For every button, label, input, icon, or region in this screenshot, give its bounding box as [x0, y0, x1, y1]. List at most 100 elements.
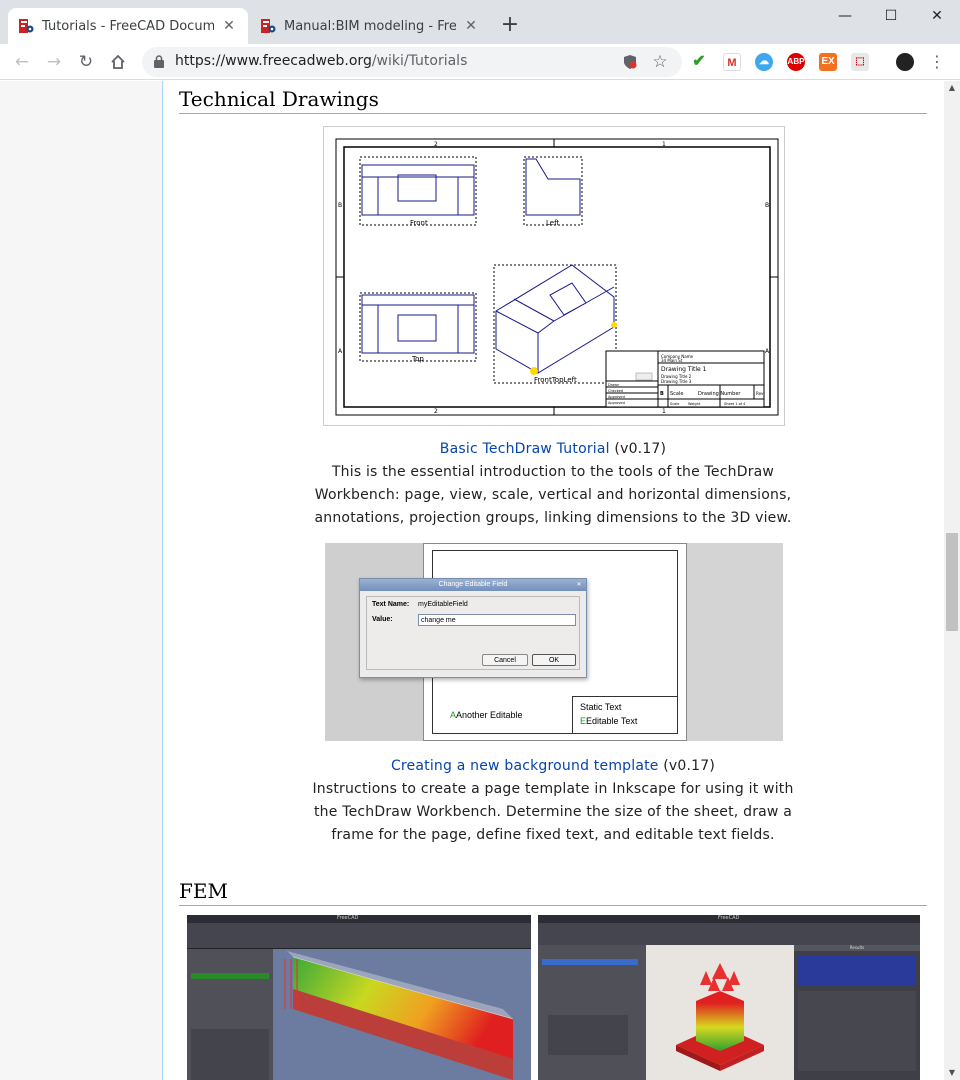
page-background: Technical Drawings 2 1 2 1 B A B A Front…	[0, 81, 944, 1080]
cloud-extension-icon[interactable]: ☁	[755, 53, 773, 71]
adblock-extension-icon[interactable]: ABP	[787, 53, 805, 71]
ex-extension-icon[interactable]: EX	[819, 53, 837, 71]
zone-label: B	[338, 202, 342, 209]
tab-title: Tutorials - FreeCAD Documentation	[42, 18, 214, 34]
ok-button[interactable]: OK	[532, 654, 576, 666]
svg-text:Approved: Approved	[608, 401, 625, 405]
dialog-title: Change Editable Field	[360, 579, 586, 591]
zone-label: A	[338, 348, 343, 355]
star-icon[interactable]: ☆	[652, 54, 668, 71]
view-label: Top	[411, 355, 424, 363]
browser-toolbar: ← → ↻ https://www.freecadweb.org/wiki/Tu…	[0, 44, 960, 80]
freecad-icon	[19, 19, 34, 33]
techdraw-sheet: 2 1 2 1 B A B A Front Left Top FrontTopL…	[335, 138, 779, 416]
text-name-label: Text Name:	[372, 601, 410, 608]
forward-arrow-icon[interactable]: →	[41, 49, 67, 75]
scroll-up-icon[interactable]: ▲	[944, 81, 960, 95]
fem-beam-3d-view	[273, 949, 531, 1080]
tab-title: Manual:BIM modeling - FreeCAD Documentat…	[284, 18, 456, 34]
wiki-content: Technical Drawings 2 1 2 1 B A B A Front…	[162, 81, 944, 1080]
tab-bim-modeling[interactable]: Manual:BIM modeling - FreeCAD Documentat…	[250, 8, 490, 44]
reload-icon[interactable]: ↻	[73, 49, 99, 75]
svg-text:Rev: Rev	[756, 391, 764, 396]
svg-text:Scale: Scale	[670, 402, 679, 406]
zone-label: 2	[434, 408, 438, 415]
change-field-dialog: Change Editable Field ✕ Text Name: myEdi…	[359, 578, 587, 678]
top-view: Top	[359, 292, 477, 363]
home-icon[interactable]	[105, 49, 131, 75]
version-label: (v0.17)	[658, 758, 716, 774]
section-heading-fem: FEM	[179, 879, 927, 906]
dialog-close-icon[interactable]: ✕	[575, 581, 583, 589]
svg-text:Scale: Scale	[670, 391, 683, 397]
zone-label: 1	[662, 141, 666, 148]
svg-text:Drawing Number: Drawing Number	[698, 391, 741, 397]
svg-text:Weight: Weight	[688, 402, 701, 406]
techdraw-tutorial-caption: Basic TechDraw Tutorial (v0.17) This is …	[303, 438, 803, 530]
page-scrollbar[interactable]: ▲ ▼	[944, 81, 960, 1080]
version-label: (v0.17)	[609, 441, 667, 457]
section-heading-technical-drawings: Technical Drawings	[179, 87, 927, 114]
fem-results-panel: Results	[794, 945, 920, 1080]
view-label: FrontTopLeft	[534, 376, 577, 384]
drawing-title: Drawing Title 1	[661, 366, 707, 373]
svg-text:Sheet 1 of 4: Sheet 1 of 4	[724, 402, 746, 406]
avatar[interactable]	[896, 53, 914, 71]
maximize-button[interactable]: ☐	[868, 4, 914, 28]
fem-cube-3d-view	[646, 945, 794, 1080]
shield-icon[interactable]	[622, 54, 638, 70]
tutorial-description: Instructions to create a page template i…	[312, 781, 794, 843]
gmail-extension-icon[interactable]: M	[723, 53, 741, 71]
zone-label: 2	[434, 141, 438, 148]
cancel-button[interactable]: Cancel	[482, 654, 528, 666]
template-dialog-image[interactable]: AAnother Editable Static Text EEditable …	[325, 543, 783, 741]
techdraw-drawing-image[interactable]: 2 1 2 1 B A B A Front Left Top FrontTopL…	[323, 126, 785, 426]
template-text: AAnother Editable	[450, 710, 523, 720]
scroll-down-icon[interactable]: ▼	[944, 1066, 960, 1080]
zone-label: 1	[662, 408, 666, 415]
tab-tutorials[interactable]: Tutorials - FreeCAD Documentation ✕	[8, 8, 248, 44]
background-template-caption: Creating a new background template (v0.1…	[303, 755, 803, 847]
value-label: Value:	[372, 616, 393, 623]
basic-techdraw-tutorial-link[interactable]: Basic TechDraw Tutorial	[440, 441, 610, 457]
template-text: Static Text	[580, 702, 622, 712]
tab-strip: Tutorials - FreeCAD Documentation ✕ Manu…	[0, 0, 960, 44]
freecad-icon	[261, 19, 276, 33]
address-bar[interactable]: https://www.freecadweb.org/wiki/Tutorial…	[142, 47, 682, 77]
fem-task-panel	[538, 945, 646, 1080]
url-text: https://www.freecadweb.org/wiki/Tutorial…	[175, 53, 468, 69]
view-label: Front	[410, 219, 428, 227]
fem-toolbar	[538, 923, 920, 945]
svg-text:Drawn: Drawn	[608, 383, 619, 387]
minimize-button[interactable]: —	[822, 4, 868, 28]
isometric-view: FrontTopLeft	[493, 264, 617, 384]
fem-screenshot-right[interactable]: FreeCAD Results	[538, 915, 920, 1080]
value-input[interactable]: change me	[418, 614, 576, 626]
fem-screenshot-left[interactable]: FreeCAD	[187, 915, 531, 1080]
template-text: EEditable Text	[580, 716, 638, 726]
tab-close-icon[interactable]: ✕	[220, 17, 238, 35]
new-tab-button[interactable]: +	[498, 14, 522, 38]
scroll-thumb[interactable]	[946, 533, 958, 631]
front-view: Front	[359, 156, 477, 227]
back-arrow-icon[interactable]: ←	[9, 49, 35, 75]
menu-kebab-icon[interactable]: ⋮	[924, 49, 950, 75]
fem-toolbar	[187, 923, 531, 949]
zone-label: B	[765, 202, 769, 209]
pdf-extension-icon[interactable]: ⬚	[851, 53, 869, 71]
tab-close-icon[interactable]: ✕	[462, 17, 480, 35]
checkmark-extension-icon[interactable]: ✔	[690, 53, 708, 71]
lock-icon	[154, 55, 164, 68]
creating-background-template-link[interactable]: Creating a new background template	[391, 758, 659, 774]
view-label: Left	[546, 219, 559, 227]
left-view: Left	[523, 156, 583, 227]
svg-text:Approved: Approved	[608, 395, 625, 399]
text-name-value: myEditableField	[418, 601, 468, 608]
svg-text:34 Main St: 34 Main St	[661, 358, 683, 363]
svg-text:Checked: Checked	[608, 389, 623, 393]
close-window-button[interactable]: ✕	[914, 4, 960, 28]
tutorial-description: This is the essential introduction to th…	[314, 464, 792, 526]
svg-text:B: B	[660, 391, 664, 397]
title-block: Company Name 34 Main St Drawing Title 1 …	[605, 350, 765, 408]
fem-task-panel	[187, 949, 273, 1080]
